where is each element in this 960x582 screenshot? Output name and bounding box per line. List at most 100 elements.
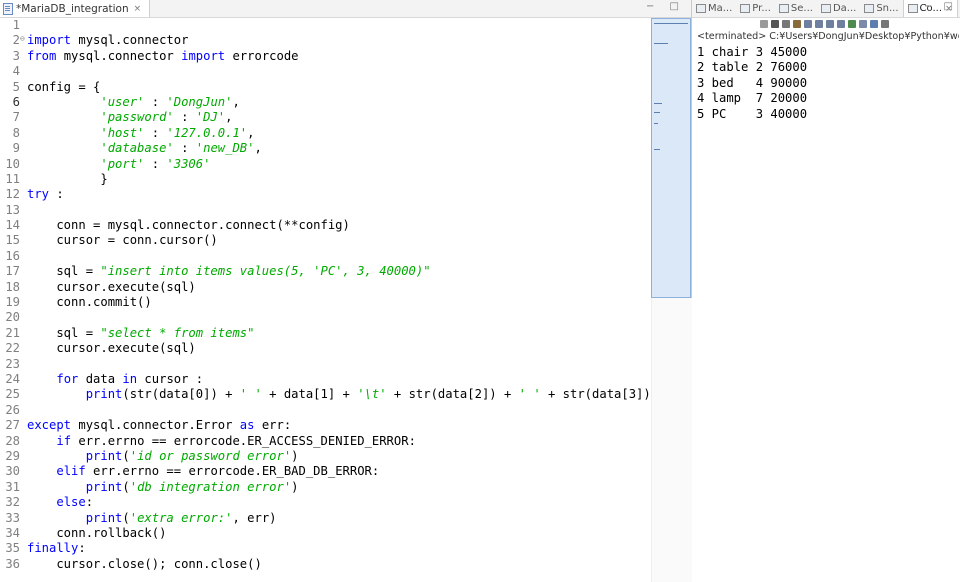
code-line[interactable]: 34 conn.rollback() [0,526,650,541]
show-on-output-icon[interactable] [826,20,834,28]
code-line[interactable]: 28 if err.errno == errorcode.ER_ACCESS_D… [0,434,650,449]
view-tab-4[interactable]: Sn... [860,0,902,17]
pin-console-icon[interactable] [848,20,856,28]
console-output-line: 1 chair 3 45000 [697,45,808,59]
view-tab-1[interactable]: Pr... [736,0,775,17]
code-line[interactable]: 11 } [0,172,650,187]
code-line[interactable]: 8 'host' : '127.0.0.1', [0,126,650,141]
open-console-icon[interactable] [870,20,878,28]
view-tab-0[interactable]: Ma... [692,0,736,17]
close-icon[interactable]: × [134,4,142,14]
code-keyword: print [85,510,123,525]
code-line[interactable]: 4 [0,64,650,79]
view-menu-icon[interactable] [881,20,889,28]
code-line[interactable]: 12 try : [0,187,650,202]
code-keyword: in [122,371,138,386]
code-area[interactable]: 1 2⊖ import mysql.connector 3 from mysql.con… [0,18,658,572]
editor-window-controls[interactable]: − □ [646,1,685,12]
code-string: 'DJ' [195,110,226,125]
code-text: cursor.execute(sql) [27,341,196,356]
code-string: 'db integration error' [129,479,292,494]
console-output-line: 4 lamp 7 20000 [697,91,808,106]
code-line[interactable]: 29 print('id or password error') [0,449,650,464]
code-line[interactable]: 3 from mysql.connector import errorcode [0,49,650,64]
terminate-icon[interactable] [760,20,768,28]
code-line[interactable]: 10 'port' : '3306' [0,157,650,172]
code-line[interactable]: 14 conn = mysql.connector.connect(**conf… [0,218,650,233]
code-line[interactable]: 21 sql = "select * from items" [0,326,650,341]
code-line[interactable]: 33 print('extra error:', err) [0,511,650,526]
code-line[interactable]: 30 elif err.errno == errorcode.ER_BAD_DB… [0,464,650,479]
code-line[interactable]: 13 [0,203,650,218]
code-line[interactable]: 17 sql = "insert into items values(5, 'P… [0,264,650,279]
fold-toggle-icon[interactable]: ⊖ [20,33,27,45]
code-line[interactable]: 32 else: [0,495,650,510]
python-file-icon [3,2,13,15]
line-number: 30 [5,464,20,479]
code-line[interactable]: 2⊖ import mysql.connector [0,33,650,48]
code-text: errorcode [225,48,299,63]
console-output[interactable]: 1 chair 3 45000 2 table 2 76000 3 bed 4 90… [697,45,807,122]
code-keyword: for [56,371,79,386]
view-tab-icon [778,4,789,13]
code-line[interactable]: 7 'password' : 'DJ', [0,110,650,125]
code-line[interactable]: 16 [0,249,650,264]
code-keyword: print [85,387,123,402]
code-line[interactable]: 19 conn.commit() [0,295,650,310]
code-text: mysql.connector [71,33,189,48]
code-line[interactable]: 15 cursor = conn.cursor() [0,233,650,248]
code-text: mysql.connector [56,48,182,63]
code-keyword: print [85,448,123,463]
code-line[interactable]: 25 print(str(data[0]) + ' ' + data[1] + … [0,387,658,402]
code-string: 'new_DB' [195,141,255,156]
code-line[interactable]: 26 [0,403,650,418]
overview-mark [654,149,660,150]
console-toolbar [692,17,960,31]
code-line[interactable]: 9 'database' : 'new_DB', [0,141,650,156]
code-line[interactable]: 5 config = { [0,80,650,95]
overview-ruler[interactable] [651,298,692,582]
show-on-error-icon[interactable] [837,20,845,28]
scroll-lock-icon[interactable] [804,20,812,28]
line-number: 22 [5,341,20,356]
code-keyword: import [27,33,72,48]
remove-launch-icon[interactable] [771,20,779,28]
code-line[interactable]: 36 cursor.close(); conn.close() [0,557,650,572]
code-line[interactable]: 1 [0,18,650,33]
console-window-controls[interactable]: − □ [924,1,957,12]
code-line[interactable]: 18 cursor.execute(sql) [0,280,650,295]
code-text: mysql.connector.Error [71,418,240,433]
code-text: err.errno == errorcode.ER_BAD_DB_ERROR: [85,464,380,479]
overview-mark [654,123,658,124]
line-number: 1 [12,18,20,32]
code-line[interactable]: 22 cursor.execute(sql) [0,341,650,356]
code-text: : [49,187,64,202]
code-line[interactable]: 31 print('db integration error') [0,480,650,495]
word-wrap-icon[interactable] [815,20,823,28]
code-line[interactable]: 24 for data in cursor : [0,372,650,387]
code-text: cursor.close(); conn.close() [27,556,262,571]
code-string: "select * from items" [100,325,255,340]
line-number: 8 [12,125,20,140]
view-tab-2[interactable]: Se... [775,0,817,17]
code-string: 'extra error:' [129,510,233,525]
line-number: 24 [5,371,20,386]
view-tab-icon [907,4,918,13]
remove-all-icon[interactable] [782,20,790,28]
line-number: 23 [5,356,20,371]
overview-ruler-viewport[interactable] [651,18,691,298]
code-string: '127.0.0.1' [166,125,248,140]
view-tab-3[interactable]: Da... [817,0,860,17]
editor-tab-mariadb-integration[interactable]: *MariaDB_integration × [0,0,151,17]
clear-console-icon[interactable] [793,20,801,28]
code-text: sql = [27,264,101,279]
code-line[interactable]: 35 finally: [0,541,650,556]
display-selected-icon[interactable] [859,20,867,28]
code-line[interactable]: 20 [0,310,650,325]
code-line[interactable]: 27 except mysql.connector.Error as err: [0,418,650,433]
code-line[interactable]: 23 [0,357,650,372]
code-line[interactable]: 6 'user' : 'DongJun', [0,95,650,110]
